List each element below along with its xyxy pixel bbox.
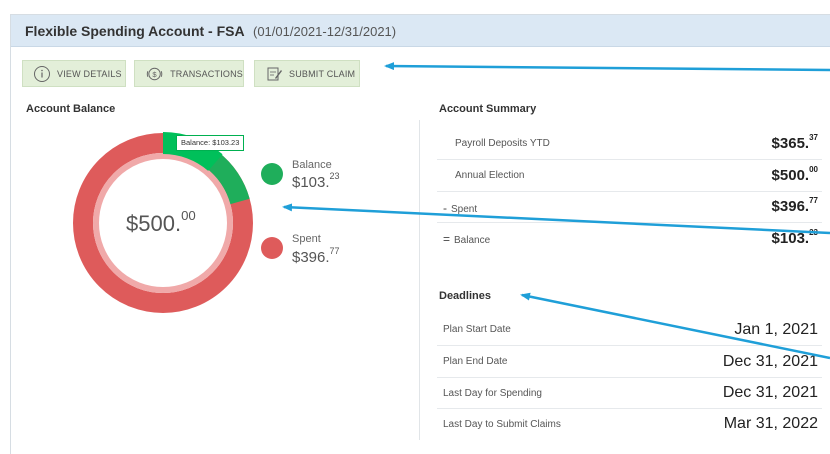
arrow-to-buttons xyxy=(384,62,830,72)
arrow-to-deadlines xyxy=(520,292,830,360)
annotation-arrows xyxy=(282,62,830,360)
arrow-to-donut xyxy=(282,203,830,235)
